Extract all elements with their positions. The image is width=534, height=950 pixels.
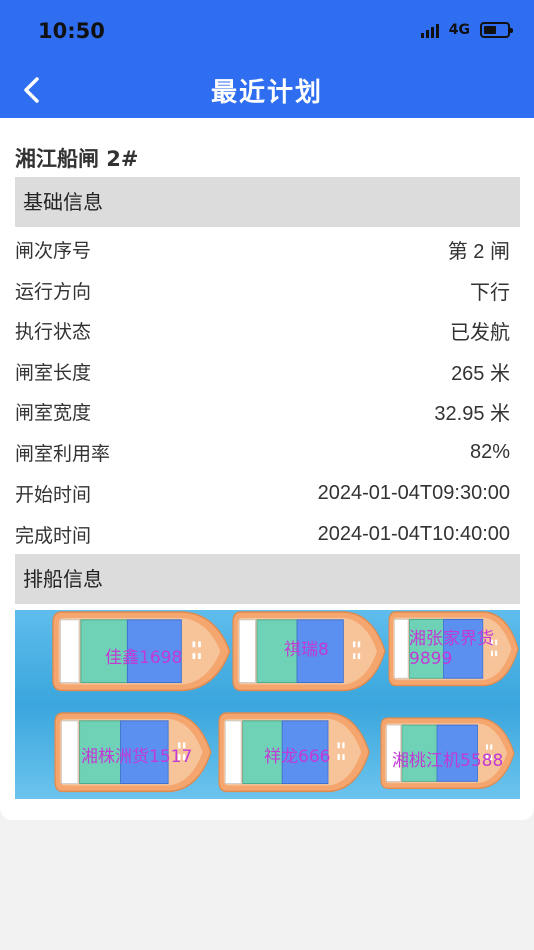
ship-name-label: 湘株洲货1517 [81, 747, 193, 767]
info-value: 下行 [470, 281, 510, 304]
lock-name: 湘江船闸 2# [15, 147, 139, 171]
info-row: 运行方向 下行 [15, 270, 510, 310]
info-row: 完成时间 2024-01-04T10:40:00 [15, 514, 510, 554]
info-row: 执行状态 已发航 [15, 310, 510, 350]
app-header: 10:50 4G 最近计划 [0, 0, 534, 118]
status-time: 10:50 [38, 19, 105, 43]
info-value: 第 2 闸 [447, 240, 510, 263]
plan-detail-card: 湘江船闸 2# 基础信息 闸次序号 第 2 闸 运行方向 下行 执行状态 已发航… [0, 118, 534, 820]
ship-name-label: 祥龙666 [264, 747, 331, 767]
info-row: 闸室长度 265 米 [15, 351, 510, 391]
info-label: 闸次序号 [15, 239, 92, 262]
info-label: 完成时间 [15, 524, 92, 547]
info-value: 2024-01-04T09:30:00 [317, 481, 510, 504]
ship-arrangement-diagram: 佳鑫1698 祺瑞8 湘张家界货9899 湘株洲货1517 祥龙666 湘桃江机… [15, 610, 520, 799]
info-label: 开始时间 [15, 483, 92, 506]
info-label: 运行方向 [15, 280, 92, 303]
info-row: 闸室利用率 82% [15, 432, 510, 472]
info-row: 闸次序号 第 2 闸 [15, 229, 510, 269]
info-value: 265 米 [451, 362, 510, 385]
info-row: 开始时间 2024-01-04T09:30:00 [15, 473, 510, 513]
info-label: 闸室利用率 [15, 442, 111, 465]
ship-name-label: 祺瑞8 [284, 640, 329, 660]
info-label: 闸室宽度 [15, 401, 92, 424]
network-type: 4G [448, 22, 470, 38]
info-value: 82% [469, 440, 510, 463]
info-value: 32.95 米 [434, 402, 510, 425]
info-row: 闸室宽度 32.95 米 [15, 391, 510, 431]
info-label: 闸室长度 [15, 361, 92, 384]
ship-name-label: 湘张家界货9899 [409, 629, 494, 669]
info-label: 执行状态 [15, 320, 92, 343]
ship-name-label: 佳鑫1698 [105, 648, 183, 668]
status-icons: 4G [420, 22, 513, 38]
info-value: 已发航 [450, 321, 510, 344]
signal-icon [420, 22, 439, 38]
battery-icon [480, 22, 513, 38]
section-basic-info: 基础信息 [15, 177, 520, 227]
page-title: 最近计划 [210, 78, 323, 108]
ship-name-label: 湘桃江机5588 [392, 751, 504, 771]
info-value: 2024-01-04T10:40:00 [317, 522, 510, 545]
section-ship-arrangement: 排船信息 [15, 554, 520, 604]
